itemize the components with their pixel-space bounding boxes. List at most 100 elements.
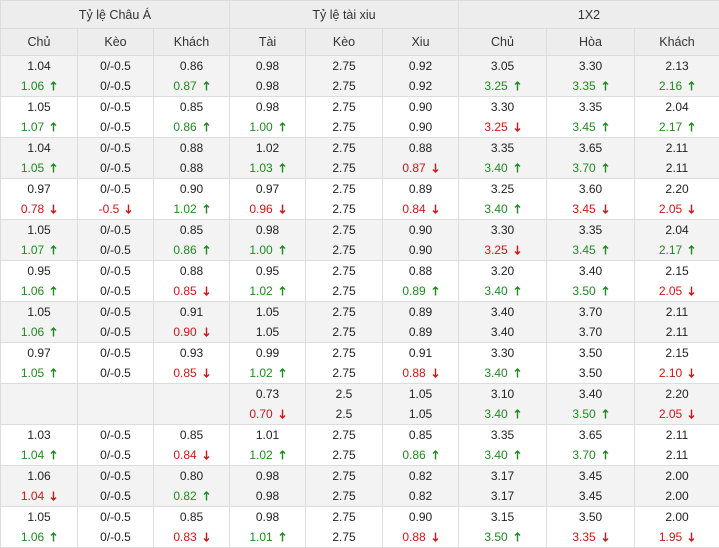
opening-odds: 3.05 <box>459 56 546 76</box>
arrow-up-icon <box>203 491 210 501</box>
odds-value: 3.30 <box>491 223 514 237</box>
current-odds: 1.02 <box>230 445 305 465</box>
current-odds: 0/-0.5 <box>78 76 153 96</box>
odds-value: 3.10 <box>491 387 514 401</box>
odds-value: 0.85 <box>180 428 203 442</box>
odds-value: 1.03 <box>27 428 50 442</box>
odds-value: 0.85 <box>180 100 203 114</box>
odds-value: 2.11 <box>666 161 688 175</box>
odds-value: 0.86 <box>173 120 196 134</box>
col-under: Xiu <box>383 29 459 56</box>
odds-value: 3.45 <box>572 202 595 216</box>
cell-total-line: 2.752.75 <box>306 466 383 507</box>
opening-odds: 0.88 <box>383 138 458 158</box>
cell-handicap: 0/-0.5 0/-0.5 <box>78 97 154 138</box>
cell-handicap: 0/-0.50/-0.5 <box>78 56 154 97</box>
odds-value: 1.04 <box>21 489 44 503</box>
odds-value: 2.75 <box>332 100 355 114</box>
odds-value: 3.50 <box>579 366 602 380</box>
current-odds: 1.06 <box>1 281 77 301</box>
opening-odds: 2.15 <box>635 343 719 363</box>
odds-value: 2.17 <box>659 120 682 134</box>
cell-away: 0.800.82 <box>154 466 230 507</box>
odds-value: 3.40 <box>491 325 514 339</box>
odds-value: 0.85 <box>180 510 203 524</box>
arrow-up-icon <box>279 245 286 255</box>
table-row: 0.730.702.52.51.051.053.103.403.403.502.… <box>1 384 719 425</box>
current-odds: 1.06 <box>1 527 77 547</box>
current-odds: 3.70 <box>547 322 634 342</box>
cell-away-win: 2.112.11 <box>635 425 719 466</box>
odds-value: 0.84 <box>173 448 196 462</box>
odds-value: 1.06 <box>27 469 50 483</box>
current-odds: 1.07 <box>1 117 77 137</box>
current-odds: 0.88 <box>383 363 458 383</box>
arrow-up-icon <box>279 286 286 296</box>
opening-odds <box>78 384 153 404</box>
odds-value: 3.25 <box>484 79 507 93</box>
cell-under: 0.820.82 <box>383 466 459 507</box>
current-odds: 0.92 <box>383 76 458 96</box>
cell-home-win: 3.403.40 <box>459 302 547 343</box>
arrow-up-icon <box>279 368 286 378</box>
col-away-win: Khách <box>635 29 719 56</box>
odds-value: 0/-0.5 <box>100 120 131 134</box>
odds-value: 3.35 <box>572 79 595 93</box>
cell-total-line: 2.752.75 <box>306 97 383 138</box>
opening-odds: 2.75 <box>306 220 382 240</box>
current-odds: 2.05 <box>635 281 719 301</box>
odds-value: 2.20 <box>665 387 688 401</box>
cell-away-win: 2.042.17 <box>635 220 719 261</box>
opening-odds: 2.75 <box>306 507 382 527</box>
odds-value: 1.06 <box>21 325 44 339</box>
opening-odds: 1.05 <box>383 384 458 404</box>
cell-home-win: 3.203.40 <box>459 261 547 302</box>
current-odds: 2.75 <box>306 445 382 465</box>
cell-draw: 3.403.50 <box>547 261 635 302</box>
odds-value: 0/-0.5 <box>100 141 131 155</box>
opening-odds: 0.89 <box>383 179 458 199</box>
cell-home-win: 3.303.25 <box>459 220 547 261</box>
opening-odds: 3.65 <box>547 138 634 158</box>
odds-value: 0/-0.5 <box>100 161 131 175</box>
cell-over: 0.730.70 <box>230 384 306 425</box>
arrow-up-icon <box>432 286 439 296</box>
opening-odds: 0.85 <box>154 220 229 240</box>
col-total-line: Kèo <box>306 29 383 56</box>
odds-value: 2.5 <box>336 387 353 401</box>
opening-odds: 3.20 <box>459 261 546 281</box>
odds-value: 3.17 <box>491 469 514 483</box>
cell-away: 0.901.02 <box>154 179 230 220</box>
odds-value: 0/-0.5 <box>100 182 131 196</box>
current-odds: 2.11 <box>635 158 719 178</box>
odds-value: 3.30 <box>491 346 514 360</box>
opening-odds: 0.73 <box>230 384 305 404</box>
arrow-up-icon <box>514 163 521 173</box>
arrow-up-icon <box>203 81 210 91</box>
odds-value: 0.88 <box>180 161 203 175</box>
opening-odds: 0.90 <box>383 97 458 117</box>
odds-value: 3.35 <box>579 100 602 114</box>
current-odds: 0.70 <box>230 404 305 424</box>
odds-value: 3.65 <box>579 428 602 442</box>
opening-odds: 0/-0.5 <box>78 97 153 117</box>
current-odds: 0.78 <box>1 199 77 219</box>
odds-value: 0.85 <box>409 428 432 442</box>
arrow-down-icon <box>203 327 210 337</box>
cell-over: 0.980.98 <box>230 56 306 97</box>
odds-value: 3.35 <box>491 141 514 155</box>
cell-home: 1.051.06 <box>1 302 78 343</box>
odds-value: 2.05 <box>659 202 682 216</box>
opening-odds: 2.13 <box>635 56 719 76</box>
odds-value: 0.80 <box>180 469 203 483</box>
arrow-up-icon <box>50 163 57 173</box>
cell-total-line: 2.752.75 <box>306 261 383 302</box>
current-odds: 2.05 <box>635 404 719 424</box>
cell-away-win: 2.202.05 <box>635 179 719 220</box>
cell-away: 0.85 0.86 <box>154 97 230 138</box>
current-odds: 3.40 <box>459 158 546 178</box>
current-odds: 0.89 <box>383 322 458 342</box>
cell-away-win: 2.112.11 <box>635 138 719 179</box>
opening-odds: 0.95 <box>230 261 305 281</box>
cell-over: 0.970.96 <box>230 179 306 220</box>
